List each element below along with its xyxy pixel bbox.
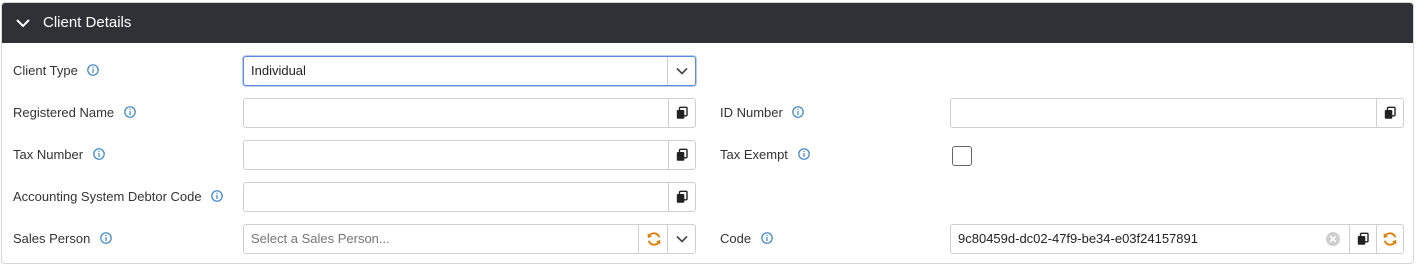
registered-name-input[interactable] (243, 98, 696, 128)
info-icon[interactable] (797, 147, 810, 160)
sales-person-refresh-button[interactable] (638, 225, 668, 253)
tax-number-input[interactable] (243, 140, 696, 170)
accounting-code-label: Accounting System Debtor Code (13, 186, 224, 206)
chevron-down-icon (675, 235, 688, 243)
info-icon[interactable] (211, 189, 224, 202)
registered-name-copy-button[interactable] (668, 99, 695, 127)
info-icon[interactable] (92, 147, 105, 160)
chevron-down-icon (675, 67, 688, 75)
clear-icon[interactable] (1325, 231, 1341, 247)
client-type-label: Client Type (13, 60, 100, 80)
sales-person-dropdown-button[interactable] (667, 225, 695, 253)
refresh-icon (647, 232, 660, 246)
client-type-select[interactable]: Individual (243, 56, 696, 86)
code-label: Code (720, 228, 773, 248)
id-number-copy-button[interactable] (1376, 99, 1403, 127)
sales-person-label: Sales Person (13, 228, 112, 248)
tax-number-label: Tax Number (13, 144, 105, 164)
code-value: 9c80459d-dc02-47f9-be34-e03f24157891 (958, 231, 1198, 246)
copy-icon (676, 148, 688, 161)
sales-person-select[interactable]: Select a Sales Person... (243, 224, 696, 254)
copy-icon (1357, 232, 1369, 245)
info-icon[interactable] (123, 105, 136, 118)
copy-icon (676, 190, 688, 203)
info-icon[interactable] (760, 231, 773, 244)
code-copy-button[interactable] (1349, 225, 1376, 253)
client-details-panel: Client Details Client Type Individual Re… (1, 2, 1414, 264)
sales-person-placeholder: Select a Sales Person... (251, 231, 390, 246)
client-type-value: Individual (251, 63, 306, 78)
code-refresh-button[interactable] (1376, 225, 1403, 253)
refresh-icon (1383, 232, 1397, 246)
info-icon[interactable] (87, 63, 100, 76)
id-number-label: ID Number (720, 102, 805, 122)
copy-icon (1384, 106, 1396, 119)
info-icon[interactable] (792, 105, 805, 118)
tax-number-copy-button[interactable] (668, 141, 695, 169)
code-input[interactable]: 9c80459d-dc02-47f9-be34-e03f24157891 (950, 224, 1404, 254)
info-icon[interactable] (100, 231, 112, 244)
tax-exempt-checkbox[interactable] (952, 146, 972, 166)
accounting-code-input[interactable] (243, 182, 696, 212)
copy-icon (676, 106, 688, 119)
panel-header[interactable]: Client Details (2, 3, 1413, 43)
panel-title: Client Details (43, 14, 132, 31)
accounting-code-copy-button[interactable] (668, 183, 695, 211)
client-type-dropdown-button[interactable] (667, 57, 695, 85)
id-number-input[interactable] (950, 98, 1404, 128)
registered-name-label: Registered Name (13, 102, 136, 122)
chevron-down-icon[interactable] (15, 15, 31, 31)
tax-exempt-label: Tax Exempt (720, 144, 810, 164)
